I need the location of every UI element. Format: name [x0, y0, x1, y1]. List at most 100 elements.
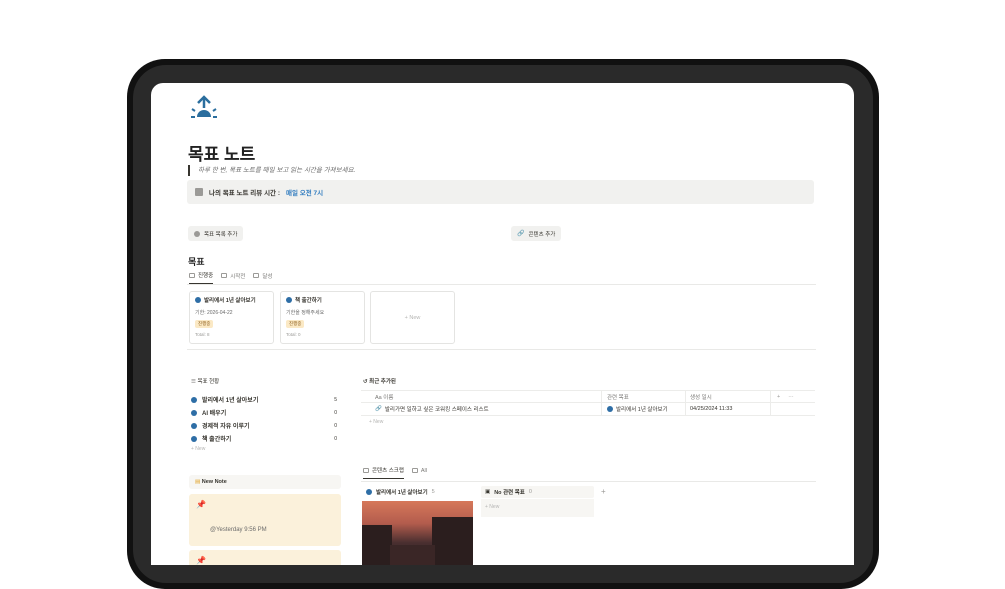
recent-heading: ↺ 최근 추가된: [363, 377, 396, 385]
link-icon: 🔗: [517, 231, 525, 237]
add-goal-label: 목표 목록 추가: [204, 231, 238, 238]
column-created[interactable]: 생성 일시: [686, 391, 771, 402]
column-name[interactable]: Aa 이름: [361, 391, 602, 402]
pushpin-icon: 📌: [196, 500, 206, 509]
board-card-image[interactable]: [362, 501, 473, 565]
recent-heading-label: 최근 추가된: [369, 379, 396, 385]
divider: [187, 349, 816, 350]
pushpin-icon: 📌: [196, 556, 206, 565]
new-board-card[interactable]: + New: [481, 499, 594, 517]
sunrise-icon: [191, 95, 217, 118]
goal-card[interactable]: 책 출간하기 기한을 정해주세요 진행중 Total: 0: [280, 291, 365, 344]
row-name: 발리가면 일하고 싶은 코워킹 스페이스 리스트: [384, 407, 489, 413]
list-item[interactable]: 경제적 자유 이루기 0: [191, 419, 337, 432]
item-name: 경제적 자유 이루기: [202, 424, 250, 430]
item-count: 0: [334, 409, 337, 416]
inbox-icon: ▣: [485, 489, 491, 495]
notion-page: 목표 노트 하루 한 번, 목표 노트를 매일 보고 읽는 시간을 가져보세요.…: [151, 83, 854, 565]
item-count: 5: [334, 396, 337, 403]
divider: [361, 481, 816, 482]
new-item-button[interactable]: + New: [191, 446, 337, 452]
gallery-icon: [253, 273, 260, 278]
note-timestamp: @Yesterday 9:56 PM: [210, 527, 267, 533]
item-count: 0: [334, 435, 337, 442]
gallery-icon: [221, 273, 228, 278]
recent-table: Aa 이름 관련 목표 생성 일시 + ··· 🔗 발리가면 일하고 싶은 코워킹 …: [361, 390, 815, 425]
new-row-button[interactable]: + New: [361, 419, 815, 425]
review-callout: 나의 목표 노트 리뷰 시간 : 매일 오전 7시: [187, 180, 814, 204]
add-goal-button[interactable]: 목표 목록 추가: [188, 226, 244, 241]
board-column-header[interactable]: ▣ No 관련 목표 0: [481, 486, 594, 498]
goal-dot-icon: [195, 297, 201, 303]
column-title: 발리에서 1년 살아보기: [376, 490, 428, 496]
goal-card[interactable]: 발리에서 1년 살아보기 기한: 2026-04-22 진행중 Total: 8: [189, 291, 274, 344]
note-icon: ▤: [195, 479, 202, 485]
column-count: 5: [431, 489, 435, 495]
calendar-icon: [195, 188, 203, 196]
page-title: 목표 노트: [188, 145, 256, 164]
goal-dot-icon: [191, 396, 197, 403]
tab-not-started[interactable]: 시작전: [221, 271, 245, 284]
column-count: 0: [528, 489, 532, 495]
item-name: AI 배우기: [202, 411, 227, 417]
column-title: No 관련 목표: [494, 490, 525, 496]
goal-card-deadline: 기한: 2026-04-22: [195, 310, 233, 316]
status-heading: ☰ 목표 현황: [191, 377, 219, 385]
tab-content-scrap[interactable]: 콘텐츠 스크랩: [363, 466, 404, 479]
goals-view-tabs: 진행중 시작전 달성: [189, 271, 273, 284]
board-icon: [363, 467, 369, 473]
column-goal[interactable]: 관련 목표: [602, 391, 686, 402]
list-item[interactable]: 발리에서 1년 살아보기 5: [191, 393, 337, 406]
divider: [187, 284, 816, 285]
item-name: 책 출간하기: [202, 437, 232, 443]
tab-all[interactable]: All: [411, 466, 428, 479]
goal-dot-icon: [191, 409, 197, 416]
add-column-icon[interactable]: +: [777, 394, 780, 400]
note-card[interactable]: 📌: [189, 550, 341, 565]
row-goal: 발리에서 1년 살아보기: [616, 407, 668, 413]
tab-label: 콘텐츠 스크랩: [372, 468, 404, 474]
goal-card-total: Total: 0: [286, 332, 301, 337]
goal-dot-icon: [191, 435, 197, 442]
new-note-header[interactable]: ▤ New Note: [189, 475, 341, 489]
tab-achieved[interactable]: 달성: [253, 271, 273, 284]
item-name: 발리에서 1년 살아보기: [202, 398, 259, 404]
add-group-icon[interactable]: +: [601, 487, 606, 496]
table-header: Aa 이름 관련 목표 생성 일시 + ···: [361, 390, 815, 403]
goal-dot-icon: [191, 422, 197, 429]
goal-card-title: 책 출간하기: [295, 298, 322, 304]
goal-card-title: 발리에서 1년 살아보기: [204, 298, 256, 304]
goals-heading: 목표: [188, 257, 205, 267]
add-content-label: 콘텐츠 추가: [528, 231, 556, 238]
note-card[interactable]: 📌 @Yesterday 9:56 PM: [189, 494, 341, 546]
callout-value: 매일 오전 7시: [286, 190, 324, 197]
tab-label: All: [420, 467, 428, 474]
page-quote: 하루 한 번, 목표 노트를 매일 보고 읽는 시간을 가져보세요.: [188, 165, 355, 176]
tab-in-progress[interactable]: 진행중: [189, 271, 214, 284]
board-tabs: 콘텐츠 스크랩 All: [363, 466, 427, 479]
goal-dot-icon: [286, 297, 292, 303]
row-date: 04/25/2024 11:33: [686, 403, 771, 415]
goal-dot-icon: [366, 489, 372, 495]
list-item[interactable]: 책 출간하기 0: [191, 432, 337, 445]
circle-icon: [194, 230, 200, 237]
item-count: 0: [334, 422, 337, 429]
note-heading-label: New Note: [201, 479, 227, 485]
more-icon[interactable]: ···: [788, 394, 794, 400]
new-goal-card[interactable]: + New: [370, 291, 455, 344]
status-badge: 진행중: [195, 320, 214, 328]
board-icon: [411, 468, 418, 473]
tab-label: 진행중: [198, 273, 214, 279]
add-content-button[interactable]: 🔗 콘텐츠 추가: [511, 226, 562, 241]
tab-label: 달성: [262, 273, 273, 280]
status-heading-label: 목표 현황: [197, 379, 220, 385]
table-row[interactable]: 🔗 발리가면 일하고 싶은 코워킹 스페이스 리스트 발리에서 1년 살아보기 0…: [361, 403, 815, 416]
tab-label: 시작전: [230, 273, 246, 280]
board-column-header[interactable]: 발리에서 1년 살아보기 5: [362, 486, 435, 498]
link-icon: 🔗: [375, 406, 382, 412]
callout-label: 나의 목표 노트 리뷰 시간 :: [209, 190, 280, 197]
goal-card-total: Total: 8: [195, 332, 210, 337]
list-item[interactable]: AI 배우기 0: [191, 406, 337, 419]
status-list: 발리에서 1년 살아보기 5 AI 배우기 0 경제적 자유 이루기 0 책 출간하기…: [191, 393, 337, 452]
goal-card-deadline: 기한을 정해주세요: [286, 310, 325, 316]
